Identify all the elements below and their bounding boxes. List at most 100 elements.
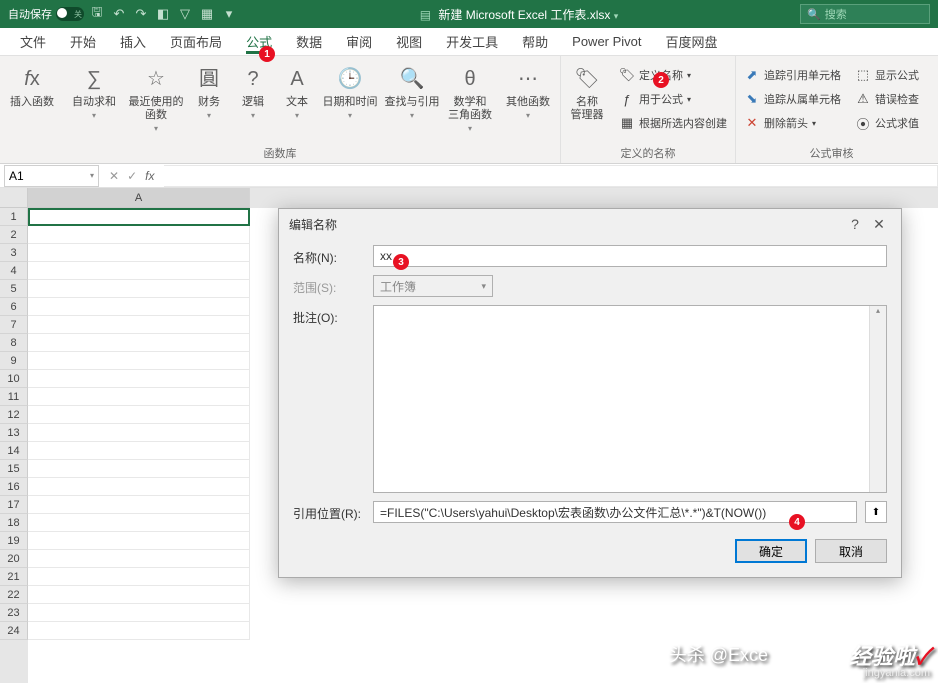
use-in-formula-button[interactable]: ƒ 用于公式 ▾ [615,88,731,110]
lookup-button[interactable]: 🔍 查找与引用▾ [382,62,442,123]
autosave-toggle[interactable]: 自动保存 关 [8,6,84,22]
cell[interactable] [28,244,250,262]
cell[interactable] [28,280,250,298]
search-box[interactable]: 🔍 搜索 [800,4,930,24]
help-button[interactable]: ? [843,212,867,236]
row-header[interactable]: 11 [0,388,28,406]
text-button[interactable]: A 文本▾ [276,62,318,123]
name-manager-button[interactable]: 🏷 名称 管理器 [563,62,611,124]
row-header[interactable]: 12 [0,406,28,424]
cell[interactable] [28,352,250,370]
row-header[interactable]: 9 [0,352,28,370]
datetime-button[interactable]: 🕒 日期和时间▾ [320,62,380,123]
row-header[interactable]: 17 [0,496,28,514]
row-header[interactable]: 10 [0,370,28,388]
tab-baidu[interactable]: 百度网盘 [654,28,730,56]
filter-icon[interactable]: ▽ [176,5,194,23]
tab-pagelayout[interactable]: 页面布局 [158,28,234,56]
cell[interactable] [28,442,250,460]
save-icon[interactable]: 🖫 [88,5,106,23]
cell[interactable] [28,262,250,280]
fx-button-icon[interactable]: fx [145,169,154,183]
ok-button[interactable]: 确定 [735,539,807,563]
row-header[interactable]: 19 [0,532,28,550]
autosum-button[interactable]: ∑ 自动求和▾ [64,62,124,123]
name-input[interactable]: xx [373,245,887,267]
remove-arrows-button[interactable]: ✕ 删除箭头 ▾ [740,112,845,134]
undo-icon[interactable]: ↶ [110,5,128,23]
row-header[interactable]: 21 [0,568,28,586]
row-header[interactable]: 15 [0,460,28,478]
trace-dependents-button[interactable]: ⬊ 追踪从属单元格 [740,88,845,110]
cell[interactable] [28,568,250,586]
cell[interactable] [28,226,250,244]
tab-file[interactable]: 文件 [8,28,58,56]
cell[interactable] [28,370,250,388]
more-functions-button[interactable]: ⋯ 其他函数▾ [498,62,558,123]
row-header[interactable]: 5 [0,280,28,298]
row-header[interactable]: 7 [0,316,28,334]
row-header[interactable]: 8 [0,334,28,352]
evaluate-formula-button[interactable]: ⦿ 公式求值 [851,112,923,134]
cell[interactable] [28,406,250,424]
toggle-switch[interactable]: 关 [56,7,84,21]
cell[interactable] [28,316,250,334]
trace-precedents-button[interactable]: ⬈ 追踪引用单元格 [740,64,845,86]
enter-icon[interactable]: ✓ [127,169,137,183]
cell[interactable] [28,460,250,478]
show-formulas-button[interactable]: ⬚ 显示公式 [851,64,923,86]
cell[interactable] [28,496,250,514]
row-header[interactable]: 3 [0,244,28,262]
row-header[interactable]: 6 [0,298,28,316]
cell[interactable] [28,604,250,622]
cell[interactable] [28,424,250,442]
tab-powerpivot[interactable]: Power Pivot [560,28,653,56]
camera-icon[interactable]: ▦ [198,5,216,23]
row-header[interactable]: 4 [0,262,28,280]
refers-to-input[interactable]: =FILES("C:\Users\yahui\Desktop\宏表函数\办公文件… [373,501,857,523]
math-button[interactable]: θ 数学和 三角函数▾ [444,62,496,136]
col-header-a[interactable]: A [28,188,250,208]
cell[interactable] [28,208,250,226]
cell[interactable] [28,622,250,640]
row-header[interactable]: 1 [0,208,28,226]
range-picker-button[interactable]: ⬆ [865,501,887,523]
namebox-dropdown-icon[interactable]: ▾ [90,171,94,180]
cancel-button[interactable]: 取消 [815,539,887,563]
cell[interactable] [28,532,250,550]
scrollbar[interactable] [869,306,886,492]
cell[interactable] [28,550,250,568]
recent-functions-button[interactable]: ☆ 最近使用的 函数▾ [126,62,186,136]
create-from-selection-button[interactable]: ▦ 根据所选内容创建 [615,112,731,134]
tab-data[interactable]: 数据 [284,28,334,56]
tab-developer[interactable]: 开发工具 [434,28,510,56]
logical-button[interactable]: ? 逻辑▾ [232,62,274,123]
qat-dropdown-icon[interactable]: ▾ [220,5,238,23]
row-header[interactable]: 14 [0,442,28,460]
formula-input[interactable] [164,165,938,187]
insert-function-button[interactable]: fx 插入函数 [2,62,62,111]
select-all-corner[interactable] [0,188,28,208]
cell[interactable] [28,478,250,496]
tab-insert[interactable]: 插入 [108,28,158,56]
financial-button[interactable]: 圓 财务▾ [188,62,230,123]
cancel-icon[interactable]: ✕ [109,169,119,183]
cell[interactable] [28,388,250,406]
cell[interactable] [28,514,250,532]
cell[interactable] [28,298,250,316]
name-box[interactable]: A1 ▾ [4,165,99,187]
row-header[interactable]: 16 [0,478,28,496]
row-header[interactable]: 18 [0,514,28,532]
row-header[interactable]: 20 [0,550,28,568]
error-checking-button[interactable]: ⚠ 错误检查 [851,88,923,110]
row-header[interactable]: 13 [0,424,28,442]
tab-help[interactable]: 帮助 [510,28,560,56]
title-dropdown-icon[interactable]: ▾ [614,11,619,21]
cell[interactable] [28,586,250,604]
row-header[interactable]: 24 [0,622,28,640]
touch-mode-icon[interactable]: ◧ [154,5,172,23]
close-button[interactable]: ✕ [867,212,891,236]
tab-home[interactable]: 开始 [58,28,108,56]
row-header[interactable]: 22 [0,586,28,604]
cell[interactable] [28,334,250,352]
